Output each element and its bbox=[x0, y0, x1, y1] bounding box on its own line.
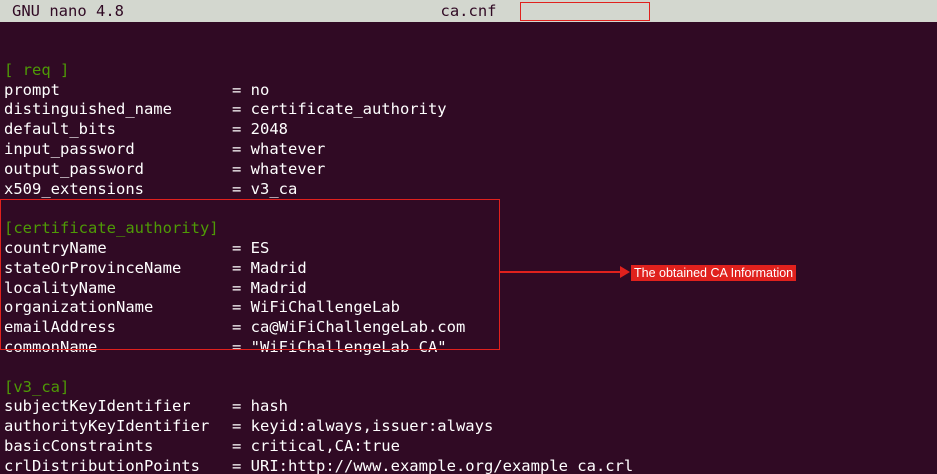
annotation-arrow-head bbox=[620, 266, 630, 278]
config-line: distinguished_name = certificate_authorit… bbox=[4, 100, 937, 120]
config-line: prompt = no bbox=[4, 81, 937, 101]
config-value: = certificate_authority bbox=[232, 100, 447, 119]
filename-highlight-box bbox=[520, 2, 650, 21]
config-line: x509_extensions = v3_ca bbox=[4, 180, 937, 200]
config-line: basicConstraints = critical,CA:true bbox=[4, 437, 937, 457]
config-key: default_bits bbox=[4, 120, 116, 139]
config-value: = whatever bbox=[232, 159, 326, 178]
config-line: crlDistributionPoints = URI:http://www.ex… bbox=[4, 457, 937, 474]
config-value: = critical,CA:true bbox=[232, 436, 400, 455]
config-value: = 2048 bbox=[232, 120, 288, 139]
config-key: x509_extensions bbox=[4, 179, 144, 198]
config-line: subjectKeyIdentifier = hash bbox=[4, 397, 937, 417]
config-key: prompt bbox=[4, 80, 60, 99]
config-value: = URI:http://www.example.org/example_ca.… bbox=[232, 456, 634, 474]
config-key: subjectKeyIdentifier bbox=[4, 397, 191, 416]
nano-title-bar: GNU nano 4.8 ca.cnf bbox=[0, 0, 937, 22]
config-value: = v3_ca bbox=[232, 179, 298, 198]
config-value: = hash bbox=[232, 397, 288, 416]
ca-info-callout: The obtained CA Information bbox=[631, 265, 797, 281]
config-key: crlDistributionPoints bbox=[4, 456, 200, 474]
config-value: = keyid:always,issuer:always bbox=[232, 417, 494, 436]
config-line: authorityKeyIdentifier = keyid:always,iss… bbox=[4, 417, 937, 437]
annotation-arrow bbox=[500, 271, 626, 273]
config-line: output_password = whatever bbox=[4, 160, 937, 180]
config-line: input_password = whatever bbox=[4, 140, 937, 160]
config-line: default_bits = 2048 bbox=[4, 120, 937, 140]
file-name-label: ca.cnf bbox=[440, 2, 497, 20]
config-key: authorityKeyIdentifier bbox=[4, 417, 210, 436]
ca-info-highlight-box bbox=[0, 199, 500, 350]
config-value: = whatever bbox=[232, 139, 326, 158]
config-key: input_password bbox=[4, 139, 135, 158]
config-value: = no bbox=[232, 80, 270, 99]
section-header: [v3_ca] bbox=[4, 377, 70, 396]
config-key: output_password bbox=[4, 159, 144, 178]
config-key: basicConstraints bbox=[4, 436, 154, 455]
section-header: [ req ] bbox=[4, 60, 70, 79]
config-key: distinguished_name bbox=[4, 100, 172, 119]
